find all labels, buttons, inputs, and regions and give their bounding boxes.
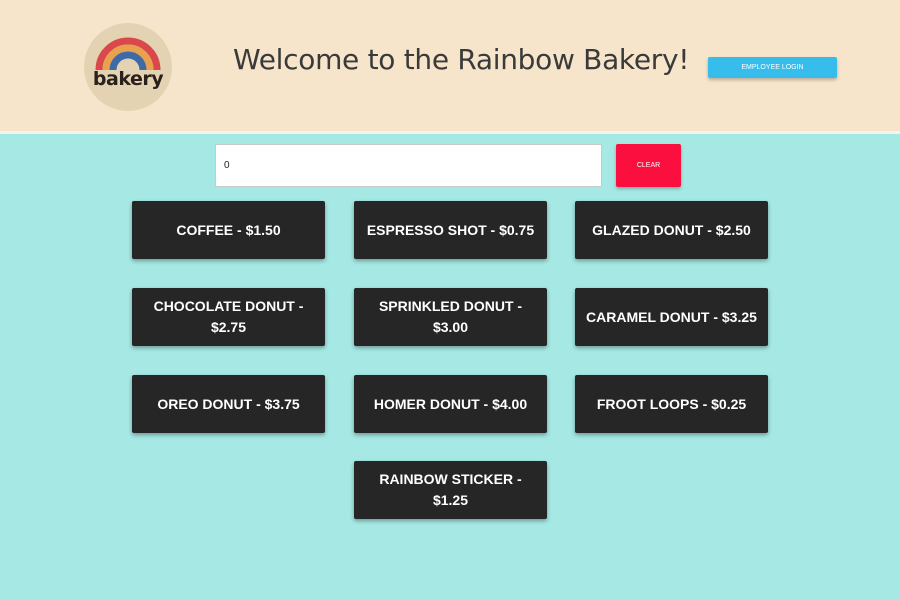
order-total-input[interactable] (215, 144, 602, 187)
menu-item-homer-donut[interactable]: HOMER DONUT - $4.00 (354, 375, 547, 433)
menu-item-froot-loops[interactable]: FROOT LOOPS - $0.25 (575, 375, 768, 433)
page-title: Welcome to the Rainbow Bakery! (233, 43, 690, 76)
bakery-logo: bakery (84, 23, 172, 111)
rainbow-logo-icon (95, 37, 161, 71)
menu-item-espresso-shot[interactable]: ESPRESSO SHOT - $0.75 (354, 201, 547, 259)
menu-item-sprinkled-donut[interactable]: SPRINKLED DONUT - $3.00 (354, 288, 547, 346)
menu-item-caramel-donut[interactable]: CARAMEL DONUT - $3.25 (575, 288, 768, 346)
menu-item-rainbow-sticker[interactable]: RAINBOW STICKER - $1.25 (354, 461, 547, 519)
header: bakery Welcome to the Rainbow Bakery! EM… (0, 0, 900, 134)
employee-login-button[interactable]: EMPLOYEE LOGIN (708, 57, 837, 78)
menu-item-coffee[interactable]: COFFEE - $1.50 (132, 201, 325, 259)
menu-item-oreo-donut[interactable]: OREO DONUT - $3.75 (132, 375, 325, 433)
logo-text: bakery (92, 68, 164, 90)
menu-item-chocolate-donut[interactable]: CHOCOLATE DONUT - $2.75 (132, 288, 325, 346)
menu-item-glazed-donut[interactable]: GLAZED DONUT - $2.50 (575, 201, 768, 259)
clear-button[interactable]: CLEAR (616, 144, 681, 187)
